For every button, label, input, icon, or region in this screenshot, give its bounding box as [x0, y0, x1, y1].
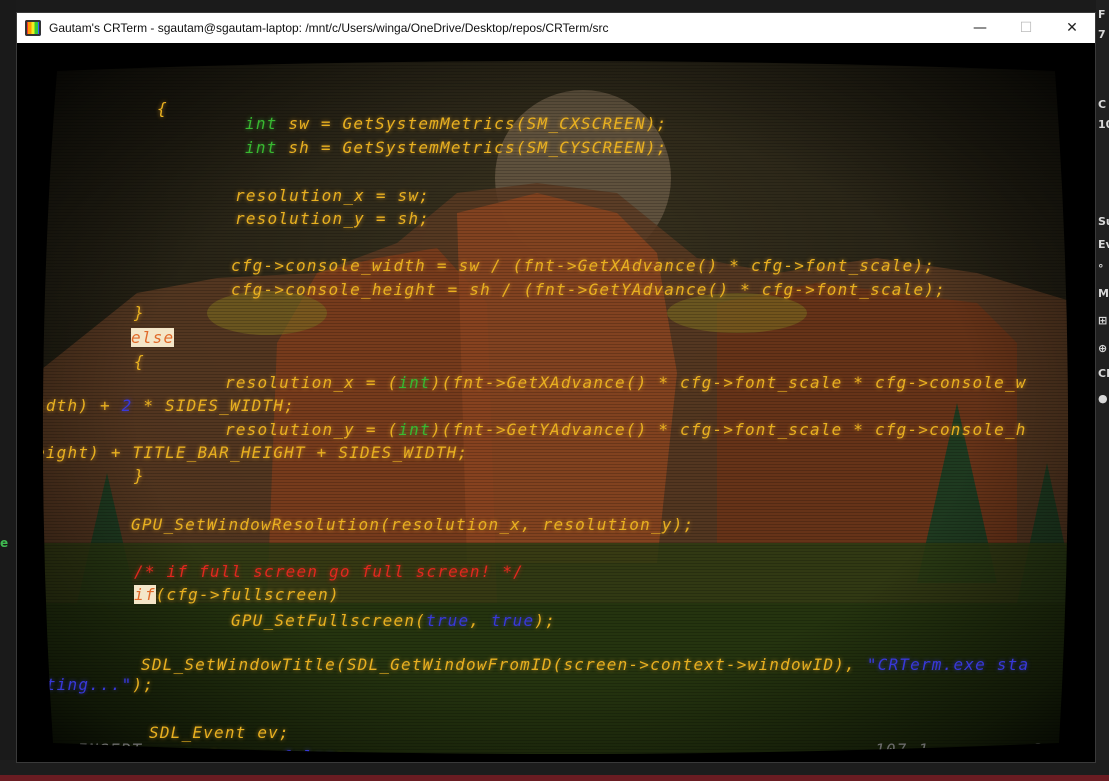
- close-icon: ✕: [1066, 20, 1078, 36]
- desktop-background-top: [0, 0, 1109, 12]
- code-token: {: [134, 352, 145, 371]
- title-bar[interactable]: Gautam's CRTerm - sgautam@sgautam-laptop…: [17, 13, 1095, 43]
- code-token: done =: [194, 747, 282, 762]
- background-window-right: F 7 C 10 Su Ev ° Mo ⊞ ⊕ CP ●: [1096, 0, 1109, 781]
- minimize-icon: —: [973, 20, 987, 36]
- code-token: )(fnt->GetXAdvance() * cfg->font_scale *…: [430, 373, 1027, 392]
- code-token: resolution_y = (: [225, 420, 399, 439]
- code-token: (cfg->fullscreen): [155, 585, 340, 604]
- taskbar-strip: [0, 760, 1109, 781]
- code-line[interactable]: resolution_x = (int)(fnt->GetXAdvance() …: [225, 373, 1027, 392]
- code-line[interactable]: resolution_y = sh;: [235, 209, 430, 228]
- code-line[interactable]: idth) + 2 * SIDES_WIDTH;: [35, 396, 295, 415]
- crterm-window[interactable]: Gautam's CRTerm - sgautam@sgautam-laptop…: [16, 12, 1096, 763]
- window-controls: — ☐ ✕: [957, 13, 1095, 43]
- code-token: true: [491, 611, 535, 630]
- code-token: false: [281, 747, 336, 762]
- code-token: sh = GetSystemMetrics(SM_CYSCREEN);: [277, 138, 668, 157]
- code-line[interactable]: GPU_SetFullscreen(true, true);: [231, 611, 556, 630]
- code-token: if: [134, 585, 156, 604]
- desktop-background-left: e: [0, 0, 16, 781]
- background-fragment-right: 10: [1098, 118, 1109, 131]
- maximize-button[interactable]: ☐: [1003, 13, 1049, 43]
- code-token: sw = GetSystemMetrics(SM_CXSCREEN);: [277, 114, 668, 133]
- code-token: cfg->console_width = sw / (fnt->GetXAdva…: [231, 256, 936, 275]
- code-token: * SIDES_WIDTH;: [132, 396, 296, 415]
- code-token: int: [398, 420, 431, 439]
- code-token: ,: [469, 611, 492, 630]
- code-token: )(fnt->GetYAdvance() * cfg->font_scale *…: [430, 420, 1027, 439]
- code-line[interactable]: }: [134, 303, 145, 322]
- background-fragment-right: ●: [1098, 392, 1108, 405]
- code-token: else: [131, 328, 175, 347]
- crterm-app-icon: [25, 20, 41, 36]
- close-button[interactable]: ✕: [1049, 13, 1095, 43]
- code-token: true: [426, 611, 470, 630]
- code-token: resolution_x = sw;: [235, 186, 430, 205]
- code-line[interactable]: int sh = GetSystemMetrics(SM_CYSCREEN);: [245, 138, 667, 157]
- code-token: eight) + TITLE_BAR_HEIGHT + SIDES_WIDTH;: [35, 443, 469, 462]
- code-line[interactable]: cfg->console_height = sh / (fnt->GetYAdv…: [231, 280, 946, 299]
- code-line[interactable]: resolution_x = sw;: [235, 186, 430, 205]
- vim-mode-indicator: -- INSERT --: [45, 740, 175, 759]
- window-title: Gautam's CRTerm - sgautam@sgautam-laptop…: [49, 21, 609, 35]
- code-token: int: [245, 114, 278, 133]
- code-token: resolution_x = (: [225, 373, 399, 392]
- code-line[interactable]: eight) + TITLE_BAR_HEIGHT + SIDES_WIDTH;: [35, 443, 468, 462]
- code-token: }: [134, 466, 145, 485]
- maximize-icon: ☐: [1019, 20, 1033, 36]
- code-line[interactable]: cfg->console_width = sw / (fnt->GetXAdva…: [231, 256, 935, 275]
- background-fragment-right: Mo: [1098, 287, 1109, 300]
- background-fragment-right: ⊞: [1098, 314, 1108, 327]
- code-line[interactable]: rting...");: [35, 675, 154, 694]
- code-token: SDL_SetWindowTitle(SDL_GetWindowFromID(s…: [141, 655, 867, 674]
- code-token: }: [134, 303, 145, 322]
- background-fragment-right: CP: [1098, 367, 1109, 380]
- code-token: int: [245, 138, 278, 157]
- code-line[interactable]: }: [134, 466, 145, 485]
- code-editor-text[interactable]: { int sw = GetSystemMetrics(SM_CXSCREEN);…: [17, 43, 1095, 762]
- cursor-position: 107,1: [875, 740, 930, 759]
- background-fragment-right: F: [1098, 8, 1106, 21]
- code-token: {: [157, 99, 168, 118]
- code-line[interactable]: {: [134, 352, 145, 371]
- background-fragment-right: Su: [1098, 215, 1109, 228]
- code-token: );: [132, 675, 155, 694]
- minimize-button[interactable]: —: [957, 13, 1003, 43]
- code-token: GPU_SetWindowResolution(resolution_x, re…: [131, 515, 695, 534]
- taskbar-accent-line: [0, 775, 1109, 781]
- background-fragment-right: ⊕: [1098, 342, 1108, 355]
- code-line[interactable]: bool done = false;: [151, 747, 346, 762]
- background-fragment-right: °: [1098, 262, 1104, 275]
- background-fragment-left: e: [0, 536, 9, 550]
- code-line[interactable]: /* if full screen go full screen! */: [134, 562, 524, 581]
- background-fragment-right: Ev: [1098, 238, 1109, 251]
- code-line[interactable]: int sw = GetSystemMetrics(SM_CXSCREEN);: [245, 114, 667, 133]
- code-token: int: [398, 373, 431, 392]
- code-line[interactable]: {: [157, 99, 168, 118]
- code-line[interactable]: GPU_SetWindowResolution(resolution_x, re…: [131, 515, 694, 534]
- code-token: idth) +: [35, 396, 122, 415]
- code-line[interactable]: else: [131, 328, 175, 347]
- code-token: );: [534, 611, 557, 630]
- code-line[interactable]: if(cfg->fullscreen): [134, 585, 340, 604]
- code-token: cfg->console_height = sh / (fnt->GetYAdv…: [231, 280, 946, 299]
- code-token: resolution_y = sh;: [235, 209, 430, 228]
- code-token: /* if full screen go full screen! */: [134, 562, 524, 581]
- background-fragment-right: C: [1098, 98, 1107, 111]
- code-line[interactable]: SDL_SetWindowTitle(SDL_GetWindowFromID(s…: [141, 655, 1029, 674]
- crt-terminal-screen[interactable]: { int sw = GetSystemMetrics(SM_CXSCREEN);…: [17, 43, 1095, 762]
- scroll-percent: 37%: [1033, 740, 1066, 759]
- code-token: "CRTerm.exe sta: [866, 655, 1030, 674]
- code-token: rting...": [35, 675, 133, 694]
- code-line[interactable]: resolution_y = (int)(fnt->GetYAdvance() …: [225, 420, 1027, 439]
- background-fragment-right: 7: [1098, 28, 1106, 41]
- code-token: 2: [121, 396, 133, 415]
- code-token: GPU_SetFullscreen(: [231, 611, 426, 630]
- code-token: ;: [335, 747, 347, 762]
